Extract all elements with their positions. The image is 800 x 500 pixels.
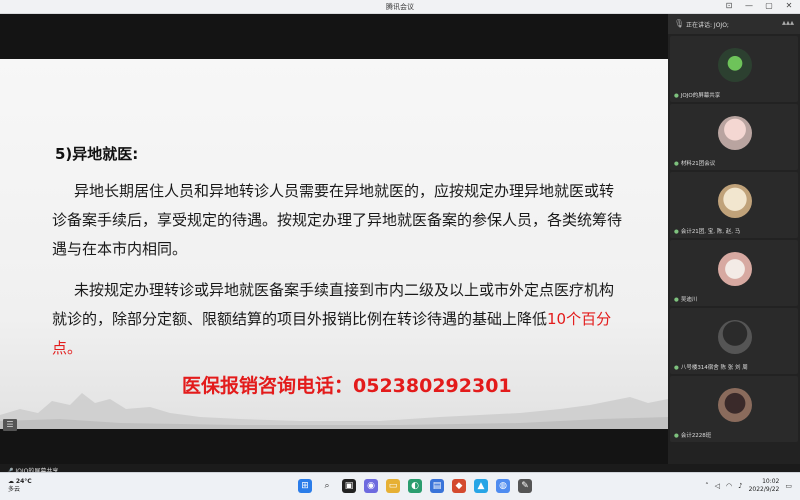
close-icon[interactable]: ✕ xyxy=(784,1,794,10)
more-icon[interactable]: ▴▴▴ xyxy=(782,18,794,27)
letterbox-top xyxy=(0,14,668,59)
minimize-icon[interactable]: — xyxy=(744,1,754,10)
weather-widget[interactable]: ☁ 24°C 多云 xyxy=(8,478,32,494)
slide-paragraph-1: 异地长期居住人员和异地转诊人员需要在异地就医的，应按规定办理异地就医或转诊备案手… xyxy=(52,177,622,264)
cloud-icon: ☁ xyxy=(8,478,14,485)
clock-time: 10:02 xyxy=(762,478,780,485)
participant-name: ● 会计21团, 宝, 陈, 赵, 马 xyxy=(674,229,741,235)
system-tray: ˄ ◁ ◠ ♪ 10:02 2022/9/22 ▭ xyxy=(705,478,792,494)
participant-name: ● JOJO的屏幕共享 xyxy=(674,93,721,99)
mic-icon: ● xyxy=(674,161,679,167)
taskbar: ☁ 24°C 多云 ⊞ ⌕ ▣ ◉ ▭ ◐ ▤ ◆ ▲ ◍ ✎ ˄ ◁ ◠ ♪ … xyxy=(0,472,800,500)
paragraph-2-text: 未按规定办理转诊或异地就医备案手续直接到市内二级及以上或市外定点医疗机构就诊的，… xyxy=(52,281,615,328)
participant-tile[interactable]: ● 八号楼314宿舍 陈 张 刘 周 xyxy=(670,308,798,374)
tencent-meeting-icon[interactable]: ▲ xyxy=(474,479,488,493)
slide-heading: 5)异地就医: xyxy=(55,145,139,163)
avatar xyxy=(718,116,752,150)
speaking-text: 正在讲话: JOJO; xyxy=(686,22,729,29)
mic-icon: ● xyxy=(674,433,679,439)
weather-temp: 24°C xyxy=(15,478,32,485)
network-icon[interactable]: ◠ xyxy=(726,482,732,490)
speaking-indicator: 🎙 正在讲话: JOJO; ▴▴▴ xyxy=(668,14,800,34)
maximize-icon[interactable]: ▢ xyxy=(764,1,774,10)
presentation-slide: 5)异地就医: 异地长期居住人员和异地转诊人员需要在异地就医的，应按规定办理异地… xyxy=(0,59,668,429)
app-window: 腾讯会议 ⊡ — ▢ ✕ 5)异地就医: 异地长期居住人员和异地转诊人员需要在异… xyxy=(0,0,800,500)
mic-icon: ● xyxy=(674,229,679,235)
paragraph-1-text: 异地长期居住人员和异地转诊人员需要在异地就医的，应按规定办理异地就医或转诊备案手… xyxy=(52,182,623,258)
chevron-up-icon[interactable]: ˄ xyxy=(705,482,709,490)
search-icon[interactable]: ⌕ xyxy=(320,479,334,493)
slide-paragraph-2: 未按规定办理转诊或异地就医备案手续直接到市内二级及以上或市外定点医疗机构就诊的，… xyxy=(52,276,622,363)
participant-tile[interactable]: ● 会计21团, 宝, 陈, 赵, 马 xyxy=(670,172,798,238)
clock[interactable]: 10:02 2022/9/22 xyxy=(749,478,780,494)
clock-date: 2022/9/22 xyxy=(748,486,780,493)
speaker-icon[interactable]: ◁ xyxy=(715,482,720,490)
mic-icon: ● xyxy=(674,93,679,99)
app-icon[interactable]: ◍ xyxy=(496,479,510,493)
weather-desc: 多云 xyxy=(8,486,21,493)
volume-icon[interactable]: ♪ xyxy=(738,482,742,490)
taskbar-apps: ⊞ ⌕ ▣ ◉ ▭ ◐ ▤ ◆ ▲ ◍ ✎ xyxy=(298,479,532,493)
avatar xyxy=(718,184,752,218)
chat-icon[interactable]: ◉ xyxy=(364,479,378,493)
store-icon[interactable]: ▤ xyxy=(430,479,444,493)
screen-share-stage: 5)异地就医: 异地长期居住人员和异地转诊人员需要在异地就医的，应按规定办理异地… xyxy=(0,14,668,475)
speaker-mic-icon: 🎙 xyxy=(674,19,685,28)
notification-icon[interactable]: ▭ xyxy=(785,482,792,490)
avatar xyxy=(718,252,752,286)
participant-tile[interactable]: ● 材料21团会议 xyxy=(670,104,798,170)
avatar xyxy=(718,388,752,422)
edge-browser-icon[interactable]: ◐ xyxy=(408,479,422,493)
mic-icon: ● xyxy=(674,297,679,303)
participant-panel: 🎙 正在讲话: JOJO; ▴▴▴ ● JOJO的屏幕共享 ● 材料21团会议 ● 会… xyxy=(668,14,800,464)
mic-icon: ● xyxy=(674,365,679,371)
window-title: 腾讯会议 xyxy=(386,3,414,11)
avatar xyxy=(718,48,752,82)
participant-name: ● 会计2228班 xyxy=(674,433,712,439)
participant-name: ● 吴迪川 xyxy=(674,297,698,303)
participant-name: ● 材料21团会议 xyxy=(674,161,716,167)
task-view-icon[interactable]: ▣ xyxy=(342,479,356,493)
participant-tile[interactable]: ● JOJO的屏幕共享 xyxy=(670,36,798,102)
participant-tile[interactable]: ● 会计2228班 xyxy=(670,376,798,442)
menu-icon[interactable]: ☰ xyxy=(3,419,17,431)
hotline-text: 医保报销咨询电话：052380292301 xyxy=(182,375,512,397)
participant-name: ● 八号楼314宿舍 陈 张 刘 周 xyxy=(674,365,748,371)
file-explorer-icon[interactable]: ▭ xyxy=(386,479,400,493)
avatar xyxy=(718,320,752,354)
pin-icon[interactable]: ⊡ xyxy=(724,1,734,10)
title-bar: 腾讯会议 ⊡ — ▢ ✕ xyxy=(0,0,800,14)
letterbox-bottom xyxy=(0,429,668,464)
window-controls: ⊡ — ▢ ✕ xyxy=(724,1,794,10)
participant-tile[interactable]: ● 吴迪川 xyxy=(670,240,798,306)
app-icon[interactable]: ✎ xyxy=(518,479,532,493)
office-icon[interactable]: ◆ xyxy=(452,479,466,493)
windows-start-icon[interactable]: ⊞ xyxy=(298,479,312,493)
